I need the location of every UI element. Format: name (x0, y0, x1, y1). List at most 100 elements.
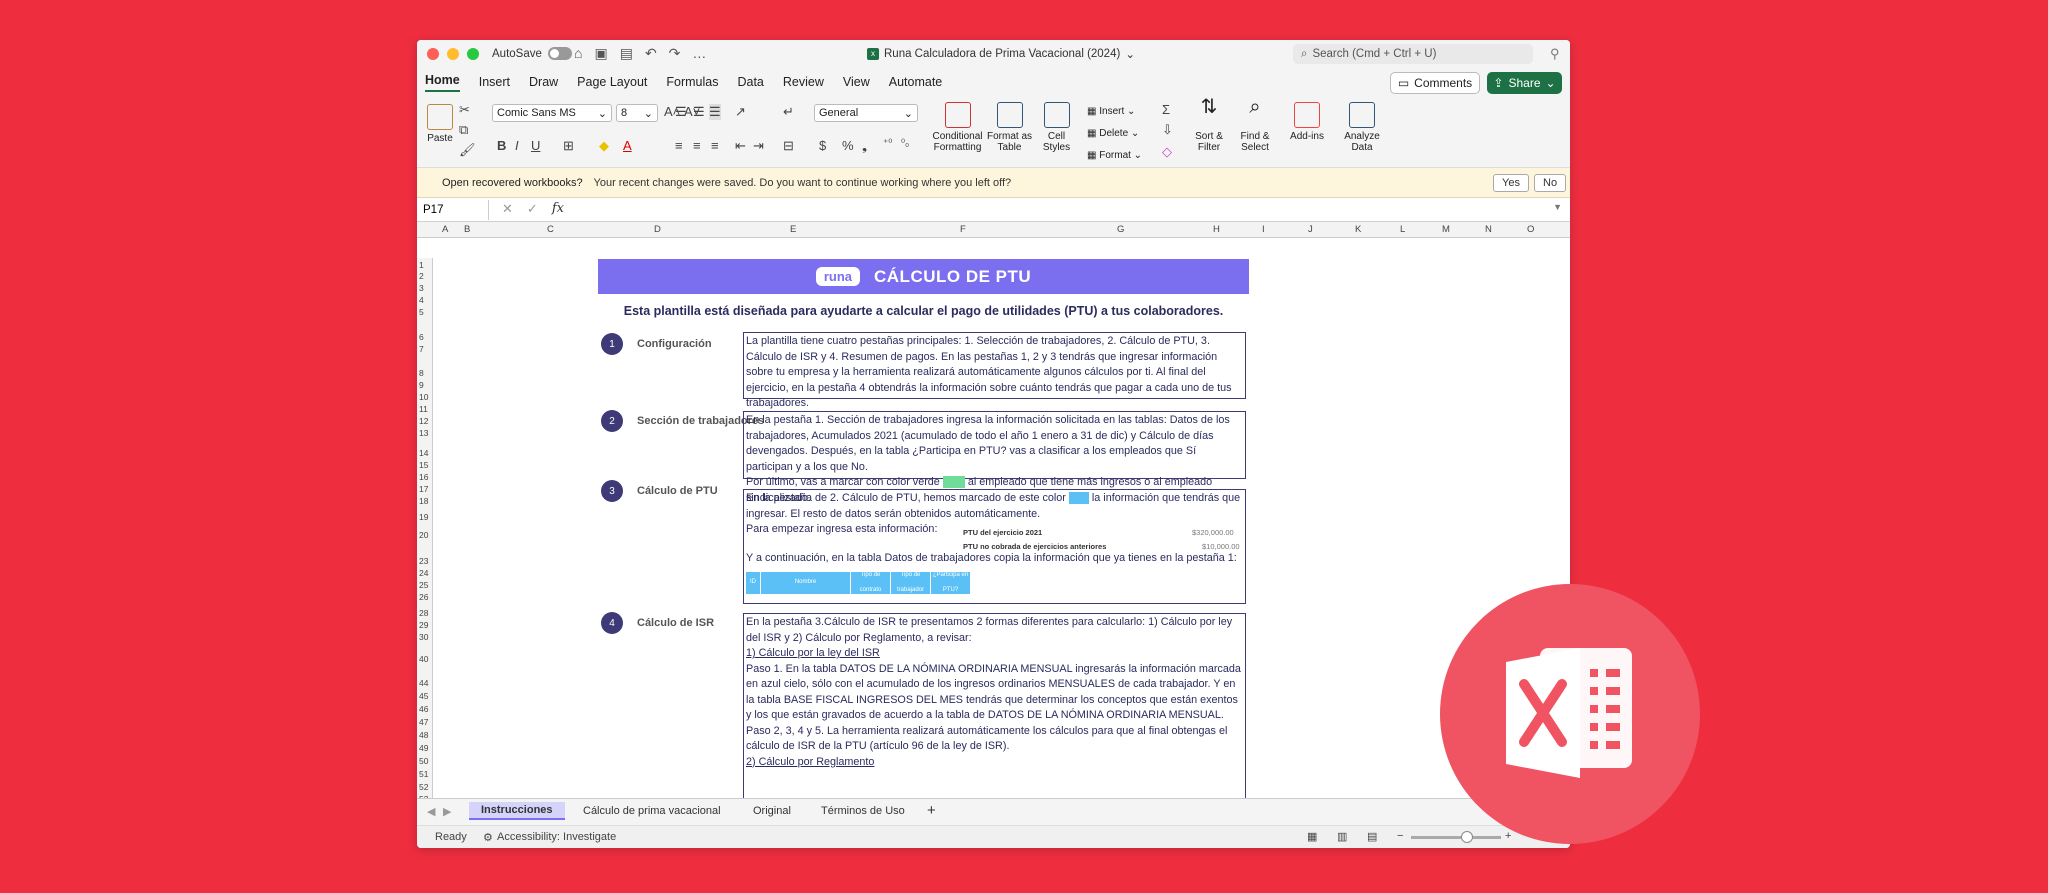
cancel-icon[interactable]: ✕ (502, 201, 513, 217)
sheet-tab-original[interactable]: Original (753, 805, 791, 817)
orientation-icon[interactable]: ↗ (735, 104, 746, 120)
minimize-window-button[interactable] (447, 48, 459, 60)
save-icon[interactable]: ▣ (594, 45, 607, 62)
document-title[interactable]: x Runa Calculadora de Prima Vacacional (… (867, 47, 1135, 61)
row-header[interactable]: 2 (419, 271, 424, 281)
decrease-decimal-icon[interactable]: ⁰₀ (901, 138, 909, 149)
zoom-out-icon[interactable]: − (1397, 830, 1403, 842)
cell-styles-button[interactable]: Cell Styles (1034, 102, 1079, 153)
sheet-tab-calculo[interactable]: Cálculo de prima vacacional (583, 805, 721, 817)
tab-review[interactable]: Review (783, 75, 824, 89)
paste-button[interactable]: Paste (425, 104, 455, 144)
comma-icon[interactable]: ❟ (862, 138, 867, 154)
normal-view-icon[interactable]: ▦ (1307, 830, 1317, 843)
recovery-no-button[interactable]: No (1534, 174, 1567, 192)
clear-icon[interactable]: ◇ (1162, 144, 1172, 160)
row-header[interactable]: 23 (419, 556, 428, 566)
format-painter-icon[interactable]: 🖌 (459, 142, 476, 158)
row-header[interactable]: 50 (419, 756, 428, 766)
row-header[interactable]: 20 (419, 530, 428, 540)
row-header[interactable]: 45 (419, 691, 428, 701)
close-window-button[interactable] (427, 48, 439, 60)
row-header[interactable]: 19 (419, 512, 428, 522)
underline-button[interactable]: U (531, 138, 540, 153)
find-select-button[interactable]: ⌕ Find & Select (1235, 97, 1275, 153)
search-input[interactable]: ⌕ Search (Cmd + Ctrl + U) (1293, 44, 1533, 64)
increase-indent-icon[interactable]: ⇥ (753, 138, 764, 154)
tab-draw[interactable]: Draw (529, 75, 558, 89)
expand-formula-icon[interactable]: ▼ (1553, 202, 1562, 212)
wrap-text-icon[interactable]: ↵ (783, 104, 794, 120)
row-header[interactable]: 17 (419, 484, 428, 494)
row-header[interactable]: 10 (419, 392, 428, 402)
col-header[interactable]: A (442, 224, 448, 235)
conditional-formatting-button[interactable]: Conditional Formatting (930, 102, 985, 153)
col-header[interactable]: E (790, 224, 796, 235)
tab-data[interactable]: Data (737, 75, 763, 89)
share-button[interactable]: ⇪ Share ⌄ (1487, 72, 1562, 94)
row-header[interactable]: 25 (419, 580, 428, 590)
accessibility-status[interactable]: Accessibility: Investigate (497, 831, 616, 843)
row-header[interactable]: 9 (419, 380, 424, 390)
undo-icon[interactable]: ↶ (645, 45, 657, 62)
row-header[interactable]: 1 (419, 260, 424, 270)
tab-view[interactable]: View (843, 75, 870, 89)
add-sheet-button[interactable]: + (927, 802, 936, 819)
maximize-window-button[interactable] (467, 48, 479, 60)
row-header[interactable]: 40 (419, 654, 428, 664)
col-header[interactable]: C (547, 224, 554, 235)
analyze-data-button[interactable]: Analyze Data (1341, 102, 1383, 153)
scroll-right-icon[interactable]: ▶ (443, 805, 451, 818)
row-header[interactable]: 11 (419, 404, 428, 414)
tab-automate[interactable]: Automate (889, 75, 943, 89)
copy-icon[interactable]: ⧉ (459, 122, 468, 138)
align-bottom-icon[interactable]: ☰ (709, 104, 721, 120)
comments-button[interactable]: ▭ Comments (1390, 72, 1480, 94)
row-header[interactable]: 8 (419, 368, 424, 378)
row-header[interactable]: 28 (419, 608, 428, 618)
format-as-table-button[interactable]: Format as Table (987, 102, 1032, 153)
row-header[interactable]: 24 (419, 568, 428, 578)
autosum-icon[interactable]: Σ (1162, 102, 1170, 117)
align-left-icon[interactable]: ≡ (675, 138, 683, 153)
sheet-tab-terminos[interactable]: Términos de Uso (821, 805, 905, 817)
align-middle-icon[interactable]: ☰ (693, 104, 705, 120)
currency-icon[interactable]: $ (819, 138, 826, 153)
col-header[interactable]: L (1400, 224, 1405, 235)
row-header[interactable]: 29 (419, 620, 428, 630)
cut-icon[interactable]: ✂ (459, 102, 470, 118)
percent-icon[interactable]: % (842, 138, 854, 153)
row-header[interactable]: 3 (419, 283, 424, 293)
row-header[interactable]: 5 (419, 307, 424, 317)
fx-icon[interactable]: fx (552, 201, 564, 217)
font-name-select[interactable]: Comic Sans MS ⌄ (492, 104, 612, 122)
confirm-icon[interactable]: ✓ (527, 201, 538, 217)
scroll-left-icon[interactable]: ◀ (427, 805, 435, 818)
sort-filter-button[interactable]: ⇅ Sort & Filter (1189, 97, 1229, 153)
row-header[interactable]: 52 (419, 782, 428, 792)
page-layout-view-icon[interactable]: ▥ (1337, 830, 1347, 843)
redo-icon[interactable]: ↷ (669, 45, 681, 62)
row-header[interactable]: 48 (419, 730, 428, 740)
col-header[interactable]: F (960, 224, 966, 235)
font-size-select[interactable]: 8 ⌄ (616, 104, 658, 122)
borders-icon[interactable]: ⊞ (563, 138, 574, 154)
home-icon[interactable]: ⌂ (574, 45, 582, 62)
col-header[interactable]: G (1117, 224, 1124, 235)
share-link-icon[interactable]: ⚲ (1550, 46, 1560, 62)
align-right-icon[interactable]: ≡ (711, 138, 719, 153)
row-header[interactable]: 7 (419, 344, 424, 354)
fill-icon[interactable]: ⇩ (1162, 122, 1173, 138)
align-top-icon[interactable]: ☰ (675, 104, 687, 120)
row-header[interactable]: 30 (419, 632, 428, 642)
row-header[interactable]: 16 (419, 472, 428, 482)
fill-color-icon[interactable]: ◆ (599, 138, 609, 154)
tab-insert[interactable]: Insert (479, 75, 510, 89)
row-header[interactable]: 12 (419, 416, 428, 426)
tab-page-layout[interactable]: Page Layout (577, 75, 647, 89)
number-format-select[interactable]: General ⌄ (814, 104, 918, 122)
font-color-icon[interactable]: A (623, 138, 632, 153)
tab-home[interactable]: Home (425, 73, 460, 92)
row-header[interactable]: 46 (419, 704, 428, 714)
row-header[interactable]: 15 (419, 460, 428, 470)
